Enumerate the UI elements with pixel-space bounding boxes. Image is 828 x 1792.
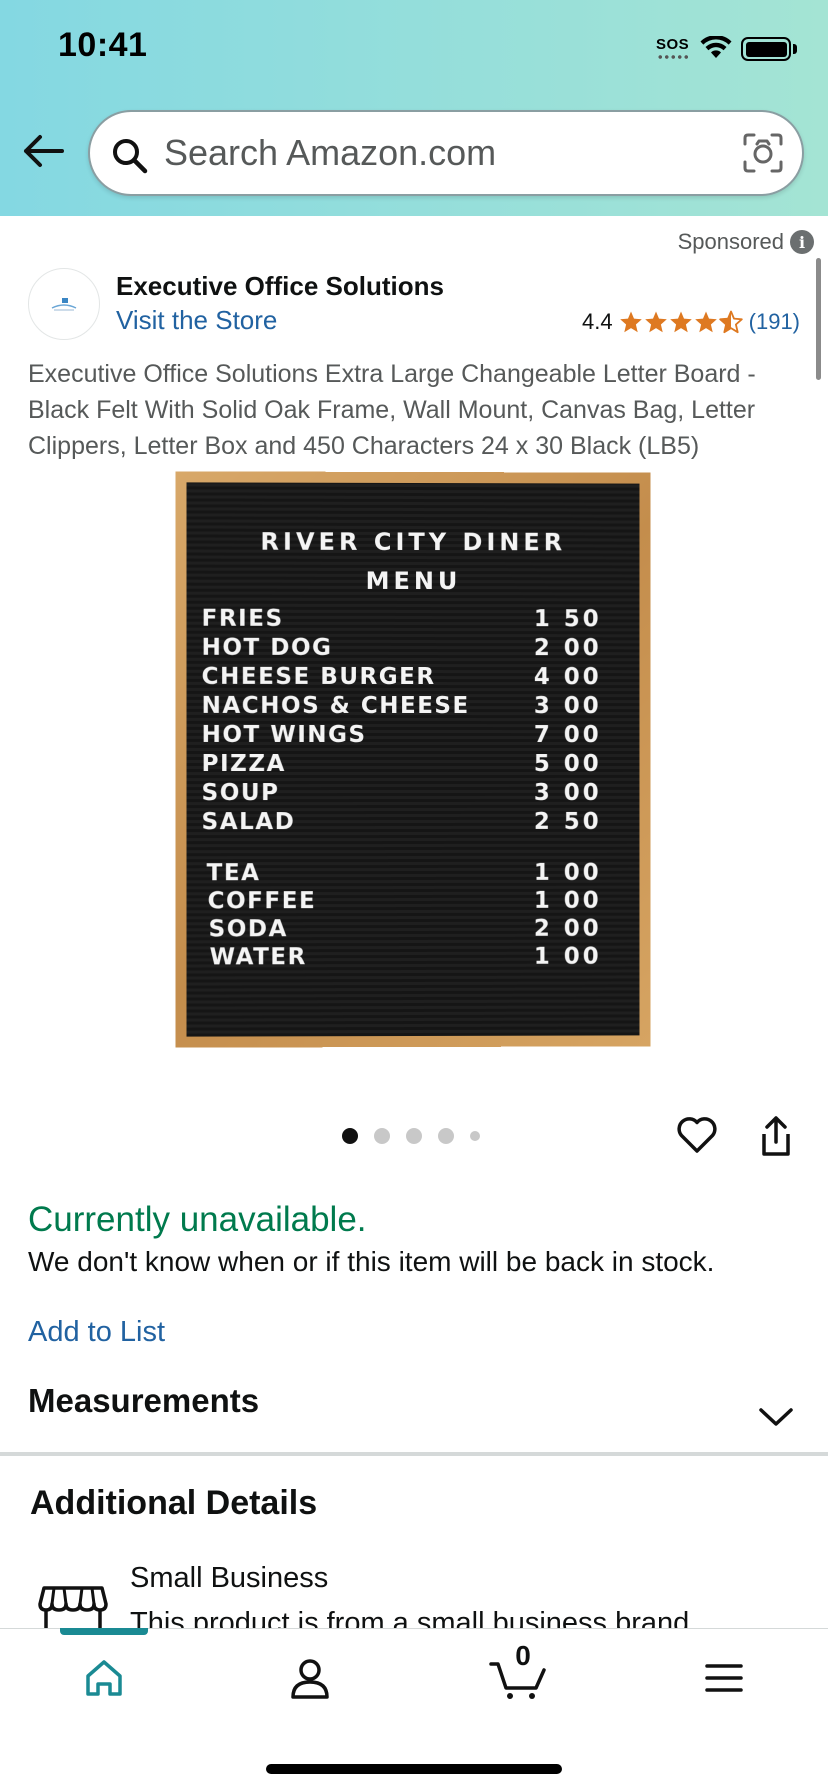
info-icon[interactable]: i (790, 230, 814, 254)
board-frame: RIVER CITY DINER MENU FRIES 1 50 HOT DOG 2… (175, 471, 651, 1048)
star-half-icon (718, 310, 743, 334)
board-row: WATER 1 00 (210, 944, 602, 971)
board-item-name: HOT DOG (201, 634, 333, 661)
board-item-name: HOT WINGS (201, 721, 367, 748)
carousel-dot-4[interactable] (438, 1128, 454, 1144)
rating-value: 4.4 (582, 309, 613, 334)
measurements-title: Measurements (28, 1382, 260, 1419)
board-felt: RIVER CITY DINER MENU FRIES 1 50 HOT DOG 2… (186, 482, 640, 1037)
board-item-name: TEA (206, 860, 261, 887)
rating-stars (619, 310, 743, 334)
star-full-icon (644, 311, 667, 333)
sponsored-label[interactable]: Sponsored i (678, 229, 814, 255)
sponsored-text: Sponsored (677, 229, 784, 254)
wifi-icon (700, 36, 732, 58)
stock-note: We don't know when or if this item will … (28, 1246, 715, 1277)
board-item-price: 1 50 (533, 606, 602, 633)
share-icon[interactable] (756, 1114, 796, 1158)
additional-details-title: Additional Details (30, 1484, 318, 1522)
camera-search-icon[interactable] (742, 132, 784, 174)
board-item-price: 4 00 (533, 664, 602, 691)
chevron-down-icon (759, 1408, 793, 1426)
board-item-name: SALAD (201, 809, 296, 836)
star-full-icon (694, 311, 717, 333)
add-to-list-link[interactable]: Add to List (28, 1316, 165, 1349)
board-row: HOT WINGS 7 00 (202, 722, 602, 748)
rating-count[interactable]: (191) (749, 309, 800, 335)
search-icon (113, 139, 148, 174)
board-row: FRIES 1 50 (202, 606, 602, 633)
board-item-name: COFFEE (207, 888, 317, 915)
board-row: SODA 2 00 (209, 916, 602, 943)
status-sos: SOS (656, 36, 690, 53)
home-icon (86, 1660, 122, 1696)
carousel-dot-2[interactable] (374, 1128, 390, 1144)
search-input[interactable] (164, 130, 704, 176)
nav-menu[interactable] (684, 1650, 764, 1706)
product-title: Executive Office Solutions Extra Large C… (28, 360, 756, 460)
visit-store-link[interactable]: Visit the Store (116, 305, 277, 336)
cellular-signal-icon (657, 55, 689, 59)
board-item-price: 5 00 (533, 751, 602, 777)
brand-logo[interactable] (28, 268, 100, 340)
menu-icon (705, 1664, 743, 1692)
board-item-name: SOUP (201, 780, 280, 807)
small-business-title: Small Business (130, 1562, 329, 1594)
heart-icon[interactable] (676, 1116, 718, 1154)
board-item-price: 2 00 (533, 635, 602, 662)
board-title: RIVER CITY DINER (260, 527, 567, 557)
measurements-expander[interactable]: Measurements (0, 1368, 828, 1454)
nav-active-indicator (60, 1628, 148, 1635)
board-row: NACHOS & CHEESE 3 00 (202, 693, 602, 719)
availability-status: Currently unavailable. (28, 1200, 367, 1239)
board-row: COFFEE 1 00 (208, 888, 602, 915)
board-row: PIZZA 5 00 (202, 751, 602, 777)
board-item-price: 3 00 (533, 693, 602, 720)
board-item-price: 3 00 (533, 779, 602, 806)
board-row: SALAD 2 50 (202, 809, 602, 835)
board-item-name: NACHOS & CHEESE (201, 692, 470, 720)
cart-count: 0 (515, 1640, 531, 1671)
app-header: 10:41 SOS (0, 0, 828, 216)
status-time: 10:41 (58, 26, 148, 64)
board-subtitle: MENU (365, 566, 462, 596)
star-full-icon (619, 311, 642, 333)
carousel-dot-1[interactable] (342, 1128, 358, 1144)
board-row: CHEESE BURGER 4 00 (202, 664, 602, 690)
board-item-price: 2 50 (533, 808, 602, 835)
board-item-price: 7 00 (533, 722, 602, 749)
star-full-icon (669, 311, 692, 333)
board-item-price: 1 00 (533, 887, 602, 914)
home-indicator (266, 1764, 562, 1774)
battery-tip (793, 44, 797, 54)
small-business-store-icon (38, 1586, 108, 1632)
image-carousel-dots[interactable] (342, 1128, 480, 1144)
battery-icon (741, 37, 791, 61)
nav-account[interactable] (270, 1650, 350, 1706)
carousel-dot-5[interactable] (470, 1131, 480, 1141)
scroll-indicator (816, 258, 821, 380)
board-item-name: WATER (209, 944, 307, 971)
carousel-dot-3[interactable] (406, 1128, 422, 1144)
board-row: TEA 1 00 (207, 860, 602, 886)
board-row: SOUP 3 00 (202, 780, 602, 806)
board-item-price: 2 00 (533, 915, 602, 942)
board-item-name: SODA (208, 916, 288, 943)
account-icon (291, 1659, 329, 1699)
board-item-price: 1 00 (533, 943, 602, 970)
product-image[interactable]: RIVER CITY DINER MENU FRIES 1 50 HOT DOG 2… (175, 471, 651, 1048)
nav-home[interactable] (64, 1650, 144, 1706)
search-bar[interactable] (88, 110, 804, 196)
board-item-name: PIZZA (201, 750, 286, 778)
brand-logo-icon (51, 298, 77, 311)
board-item-name: CHEESE BURGER (201, 663, 436, 691)
brand-name: Executive Office Solutions (116, 271, 444, 301)
rating-summary[interactable]: 4.4 (191) (582, 309, 800, 335)
board-row: HOT DOG 2 00 (202, 635, 602, 661)
back-arrow-icon[interactable] (22, 134, 64, 168)
board-item-price: 1 00 (533, 859, 602, 886)
board-item-name: FRIES (201, 605, 284, 632)
section-divider (0, 1452, 828, 1456)
